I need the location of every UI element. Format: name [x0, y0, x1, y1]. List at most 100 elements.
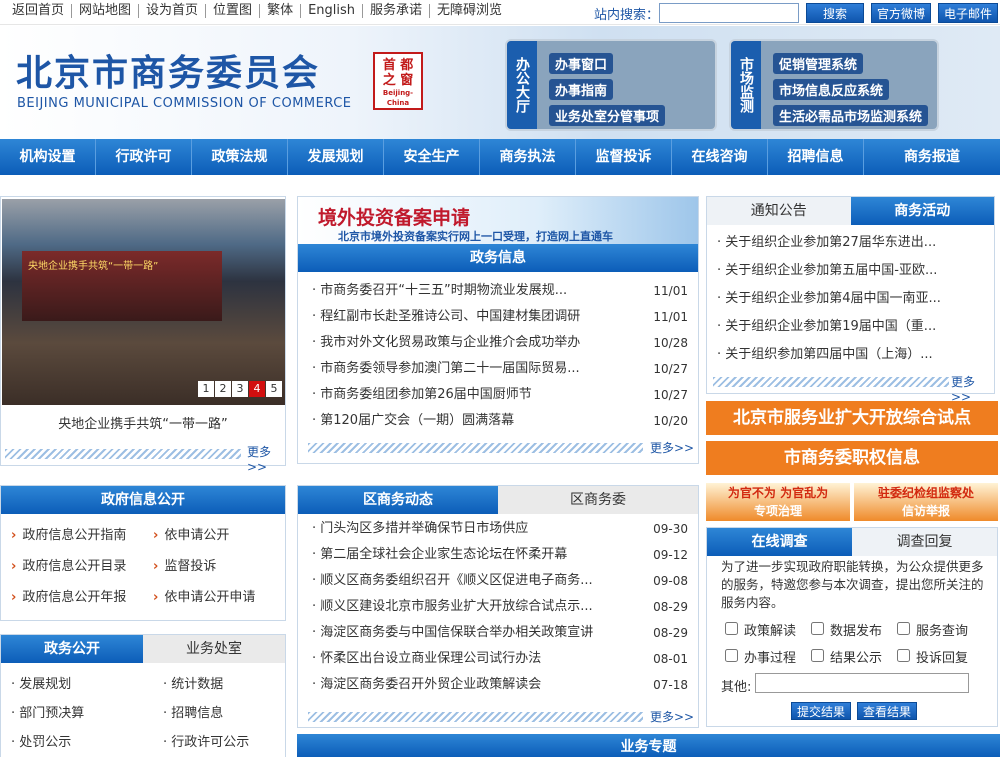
authority-info-banner[interactable]: 市商务委职权信息	[706, 441, 998, 475]
nav-item-policy[interactable]: 政策法规	[192, 139, 288, 175]
list-item[interactable]: · 行政许可公示	[163, 731, 293, 750]
list-item[interactable]: · 海淀区商务委召开外贸企业政策解读会 07-18	[298, 672, 698, 698]
search-input[interactable]	[659, 3, 799, 23]
top-link-traditional[interactable]: 繁体	[260, 4, 302, 18]
panel-link-guide[interactable]: 办事指南	[549, 79, 614, 100]
list-item[interactable]: · 招聘信息	[163, 702, 293, 721]
gov-link-apply-form[interactable]: › 依申请公开申请	[153, 586, 295, 605]
investment-banner[interactable]: 境外投资备案申请 北京市境外投资备案实行网上一口受理，打造网上直通车	[298, 197, 698, 244]
survey-option[interactable]: 政策解读	[725, 620, 811, 639]
top-link-sitemap[interactable]: 网站地图	[72, 4, 140, 18]
email-button[interactable]: 电子邮件	[938, 3, 998, 23]
business-topics-header[interactable]: 业务专题	[297, 734, 1000, 757]
list-item[interactable]: · 市商务委组团参加第26届中国厨师节 10/27	[298, 382, 698, 408]
checkbox[interactable]	[811, 622, 824, 635]
panel-link-promotion[interactable]: 促销管理系统	[773, 53, 864, 74]
list-item[interactable]: · 怀柔区出台设立商业保理公司试行办法 08-01	[298, 646, 698, 672]
slide-page-3[interactable]: 3	[232, 381, 248, 397]
survey-view-button[interactable]: 查看结果	[857, 702, 917, 720]
list-item[interactable]: · 顺义区建设北京市服务业扩大开放综合试点示... 08-29	[298, 594, 698, 620]
notice-more-link[interactable]: 更多>>	[951, 373, 994, 404]
list-item[interactable]: · 程红副市长赴圣雅诗公司、中国建材集团调研 11/01	[298, 304, 698, 330]
top-link-promise[interactable]: 服务承诺	[363, 4, 431, 18]
nav-item-complaint[interactable]: 监督投诉	[576, 139, 672, 175]
gov-link-guide[interactable]: › 政府信息公开指南	[11, 524, 153, 543]
slide-caption[interactable]: 央地企业携手共筑“一带一路”	[1, 413, 285, 432]
list-item[interactable]: · 第120届广交会（一期）圆满落幕 10/20	[298, 408, 698, 434]
misconduct-banner[interactable]: 为官不为 为官乱为 专项治理	[706, 483, 850, 521]
slide-page-4[interactable]: 4	[249, 381, 265, 397]
nav-item-permit[interactable]: 行政许可	[96, 139, 192, 175]
gov-link-annual[interactable]: › 政府信息公开年报	[11, 586, 153, 605]
list-item[interactable]: · 部门预决算	[11, 702, 163, 721]
tab-district-commission[interactable]: 区商务委	[498, 486, 698, 514]
panel-link-departments[interactable]: 业务处室分管事项	[549, 105, 666, 126]
list-item[interactable]: · 海淀区商务委与中国信保联合举办相关政策宣讲 08-29	[298, 620, 698, 646]
nav-item-safety[interactable]: 安全生产	[384, 139, 480, 175]
slide-page-1[interactable]: 1	[198, 381, 214, 397]
survey-option[interactable]: 服务查询	[897, 620, 993, 639]
nav-item-planning[interactable]: 发展规划	[288, 139, 384, 175]
list-item[interactable]: · 关于组织企业参加第27届华东进出...	[717, 229, 994, 257]
checkbox[interactable]	[725, 649, 738, 662]
tab-district-news[interactable]: 区商务动态	[298, 486, 498, 514]
survey-other-input[interactable]	[755, 673, 969, 693]
tab-survey-reply[interactable]: 调查回复	[852, 528, 997, 556]
district-more-link[interactable]: 更多>>	[650, 708, 694, 725]
gov-link-apply[interactable]: › 依申请公开	[153, 524, 295, 543]
tab-public-affairs[interactable]: 政务公开	[1, 635, 143, 663]
list-item[interactable]: · 处罚公示	[11, 731, 163, 750]
gov-link-complaint[interactable]: › 监督投诉	[153, 555, 295, 574]
checkbox[interactable]	[811, 649, 824, 662]
site-title[interactable]: 北京市商务委员会	[16, 44, 320, 96]
list-item[interactable]: · 市商务委领导参加澳门第二十一届国际贸易... 10/27	[298, 356, 698, 382]
list-item[interactable]: · 统计数据	[163, 673, 293, 692]
gov-news-more-link[interactable]: 更多>>	[650, 439, 694, 456]
tab-departments[interactable]: 业务处室	[143, 635, 285, 663]
top-link-location[interactable]: 位置图	[206, 4, 261, 18]
list-item[interactable]: · 市商务委召开“十三五”时期物流业发展规... 11/01	[298, 278, 698, 304]
checkbox[interactable]	[897, 649, 910, 662]
nav-item-recruit[interactable]: 招聘信息	[768, 139, 864, 175]
nav-item-consult[interactable]: 在线咨询	[672, 139, 768, 175]
slide-image[interactable]: 央地企业携手共筑“一带一路” 1 2 3 4 5	[2, 199, 285, 405]
list-item[interactable]: · 门头沟区多措并举确保节日市场供应 09-30	[298, 516, 698, 542]
survey-option[interactable]: 结果公示	[811, 647, 897, 666]
nav-item-enforcement[interactable]: 商务执法	[480, 139, 576, 175]
panel-link-market-info[interactable]: 市场信息反应系统	[773, 79, 890, 100]
tab-survey[interactable]: 在线调查	[707, 528, 852, 556]
checkbox[interactable]	[897, 622, 910, 635]
nav-item-report[interactable]: 商务报道	[864, 139, 1000, 175]
slide-page-2[interactable]: 2	[215, 381, 231, 397]
pilot-zone-banner[interactable]: 北京市服务业扩大开放综合试点	[706, 401, 998, 435]
search-button[interactable]: 搜索	[806, 3, 864, 23]
survey-option[interactable]: 数据发布	[811, 620, 897, 639]
list-item[interactable]: · 顺义区商务委组织召开《顺义区促进电子商务... 09-08	[298, 568, 698, 594]
top-link-accessible[interactable]: 无障碍浏览	[430, 4, 509, 18]
list-item[interactable]: · 发展规划	[11, 673, 163, 692]
tab-activities[interactable]: 商务活动	[850, 197, 994, 225]
list-item[interactable]: · 关于组织参加第四届中国（上海）...	[717, 341, 994, 369]
weibo-button[interactable]: 官方微博	[871, 3, 931, 23]
top-link-english[interactable]: English	[301, 4, 364, 18]
gov-link-catalog[interactable]: › 政府信息公开目录	[11, 555, 153, 574]
tab-notice[interactable]: 通知公告	[707, 197, 851, 225]
capital-window-logo[interactable]: 首 都 之 窗 Beijing-China	[373, 52, 423, 110]
survey-option[interactable]: 办事过程	[725, 647, 811, 666]
panel-link-necessities[interactable]: 生活必需品市场监测系统	[773, 105, 929, 126]
list-item[interactable]: · 我市对外文化贸易政策与企业推介会成功举办 10/28	[298, 330, 698, 356]
top-link-sethome[interactable]: 设为首页	[139, 4, 207, 18]
list-item[interactable]: · 第二届全球社会企业家生态论坛在怀柔开幕 09-12	[298, 542, 698, 568]
slide-more-link[interactable]: 更多>>	[247, 443, 285, 474]
top-link-home[interactable]: 返回首页	[6, 4, 73, 18]
panel-link-window[interactable]: 办事窗口	[549, 53, 614, 74]
list-item[interactable]: · 关于组织企业参加第4届中国一南亚...	[717, 285, 994, 313]
checkbox[interactable]	[725, 622, 738, 635]
slide-page-5[interactable]: 5	[266, 381, 282, 397]
supervision-banner[interactable]: 驻委纪检组监察处 信访举报	[854, 483, 998, 521]
nav-item-org[interactable]: 机构设置	[0, 139, 96, 175]
survey-option[interactable]: 投诉回复	[897, 647, 993, 666]
list-item[interactable]: · 关于组织企业参加第19届中国（重...	[717, 313, 994, 341]
list-item[interactable]: · 关于组织企业参加第五届中国-亚欧...	[717, 257, 994, 285]
survey-submit-button[interactable]: 提交结果	[791, 702, 851, 720]
